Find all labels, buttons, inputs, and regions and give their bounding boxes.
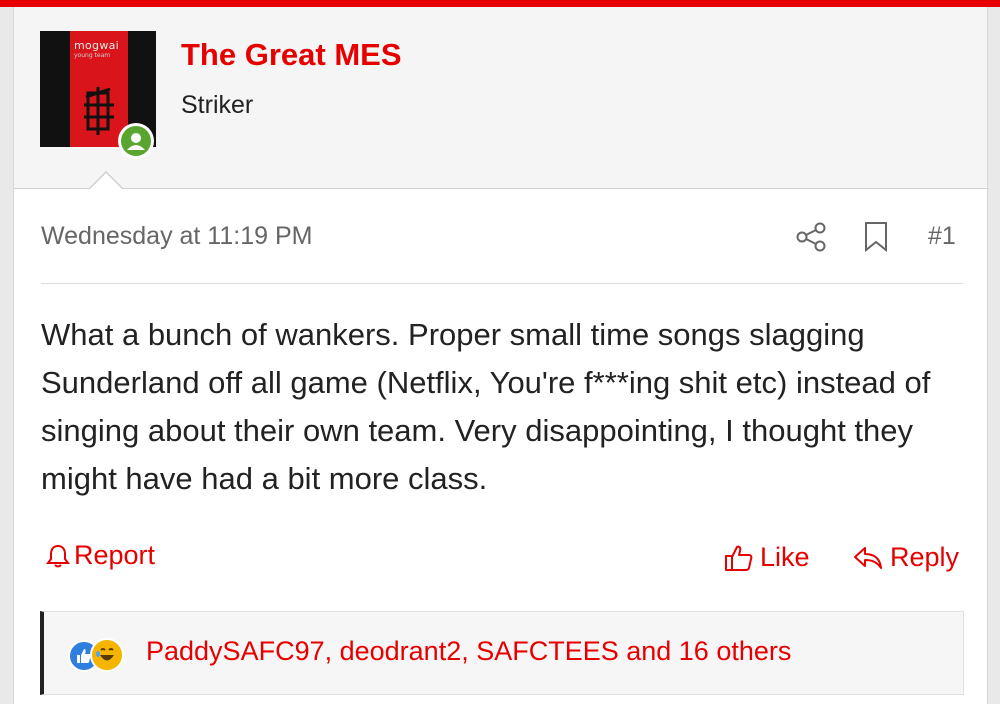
reply-label: Reply	[890, 542, 960, 572]
report-button[interactable]: Report	[46, 540, 155, 571]
post-number-link[interactable]: #1	[928, 222, 956, 251]
post-date-link[interactable]: Wednesday at 11:19 PM	[41, 222, 312, 251]
report-label: Report	[74, 540, 156, 570]
post-body: What a bunch of wankers. Proper small ti…	[41, 317, 931, 496]
like-label: Like	[760, 542, 810, 572]
bookmark-icon[interactable]	[863, 221, 889, 253]
avatar-caption-sub: young team	[74, 52, 111, 59]
reply-arrow-icon	[854, 546, 882, 569]
avatar-caption-main: mogwai	[74, 39, 120, 52]
laugh-reaction-icon	[90, 638, 124, 672]
online-status-icon	[118, 123, 154, 159]
post-card: mogwai young team The Great MES Striker …	[13, 7, 988, 704]
user-title: Striker	[181, 91, 254, 119]
bell-icon	[46, 544, 70, 567]
share-icon[interactable]	[795, 221, 827, 253]
user-header: mogwai young team The Great MES Striker	[14, 7, 987, 189]
like-button[interactable]: Like	[724, 542, 810, 573]
thumbs-up-icon	[725, 545, 753, 571]
reactions-bar[interactable]: PaddySAFC97, deodrant2, SAFCTEES and 16 …	[40, 611, 964, 695]
top-accent-bar	[0, 0, 1000, 7]
username-link[interactable]: The Great MES	[181, 37, 402, 73]
post-divider	[41, 283, 963, 284]
reaction-users-link[interactable]: PaddySAFC97, deodrant2, SAFCTEES and 16 …	[146, 636, 791, 667]
reply-button[interactable]: Reply	[852, 542, 959, 573]
